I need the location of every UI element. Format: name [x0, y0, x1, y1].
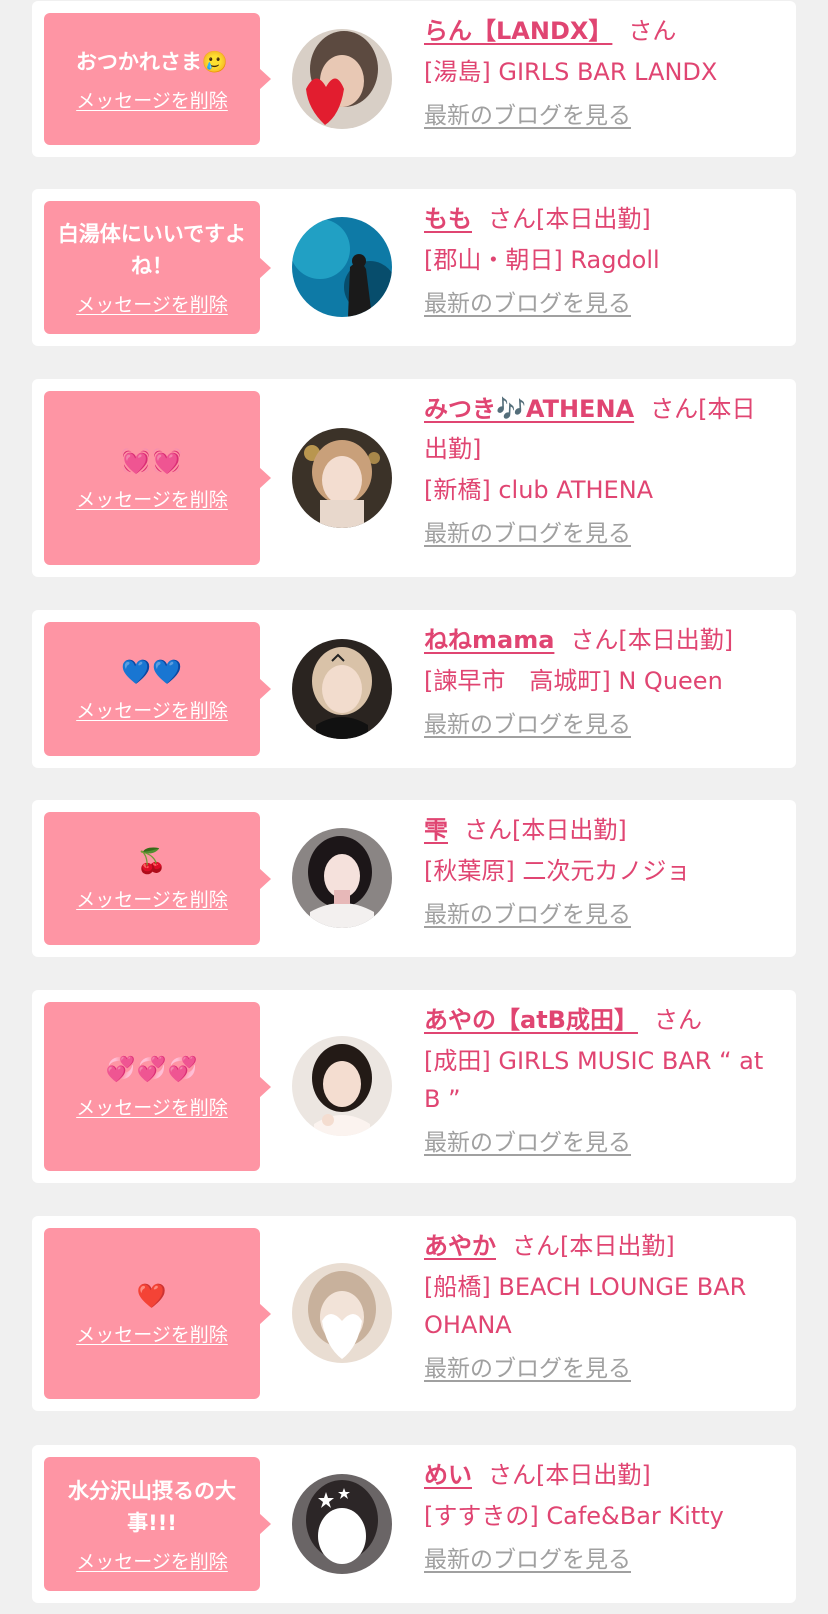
- delete-message-link[interactable]: メッセージを削除: [76, 290, 228, 317]
- avatar[interactable]: [292, 29, 392, 129]
- avatar[interactable]: [292, 1474, 392, 1574]
- honorific: さん: [488, 205, 536, 233]
- honorific: さん: [570, 626, 619, 654]
- message-bubble: 白湯体にいいですよね！ メッセージを削除: [44, 201, 271, 334]
- shop-name: [秋葉原] 二次元カノジョ: [424, 857, 691, 885]
- avatar[interactable]: [292, 1263, 392, 1363]
- latest-blog-link[interactable]: 最新のブログを見る: [424, 1352, 631, 1386]
- cast-info: みつき🎶ATHENA さん[本日出勤] [新橋] club ATHENA 最新のブ…: [424, 389, 776, 551]
- avatar[interactable]: [292, 1036, 392, 1136]
- delete-message-link[interactable]: メッセージを削除: [76, 1547, 228, 1574]
- message-text: 白湯体にいいですよね！: [57, 222, 247, 278]
- message-bubble: 水分沢山摂るの大事!!! メッセージを削除: [44, 1457, 271, 1591]
- honorific: さん: [653, 1006, 702, 1034]
- message-text: 💙💙: [121, 657, 183, 686]
- latest-blog-link[interactable]: 最新のブログを見る: [424, 708, 631, 742]
- message-text: 🍒: [136, 847, 168, 875]
- shop-name: [新橋] club ATHENA: [424, 476, 654, 504]
- status-badge: [本日出勤]: [560, 1232, 675, 1260]
- honorific: さん: [650, 395, 699, 423]
- message-bubble: 🍒 メッセージを削除: [44, 812, 271, 945]
- avatar-photo: [292, 828, 392, 928]
- latest-blog-link[interactable]: 最新のブログを見る: [424, 1543, 631, 1577]
- latest-blog-link[interactable]: 最新のブログを見る: [424, 1126, 631, 1160]
- status-badge: [本日出勤]: [536, 1461, 651, 1489]
- cast-name-link[interactable]: みつき🎶ATHENA: [424, 395, 634, 423]
- message-bubble: 💞💞💞 メッセージを削除: [44, 1002, 271, 1171]
- shop-name: [諫早市 高城町] N Queen: [424, 667, 723, 695]
- avatar[interactable]: [292, 639, 392, 739]
- message-bubble: ❤️ メッセージを削除: [44, 1228, 271, 1399]
- list-item: 白湯体にいいですよね！ メッセージを削除 もも さん[本日出勤] [郡山・朝日] …: [32, 189, 796, 346]
- list-item: 💞💞💞 メッセージを削除 あやの【atB成田】 さん [成田] GIRLS MUS…: [32, 990, 796, 1183]
- shop-name: [郡山・朝日] Ragdoll: [424, 246, 660, 274]
- avatar-photo: [292, 428, 392, 528]
- honorific: さん: [464, 816, 512, 844]
- shop-name: [すすきの] Cafe&Bar Kitty: [424, 1502, 724, 1530]
- cast-info: あやか さん[本日出勤] [船橋] BEACH LOUNGE BAR OHANA …: [424, 1226, 776, 1386]
- latest-blog-link[interactable]: 最新のブログを見る: [424, 287, 631, 321]
- delete-message-link[interactable]: メッセージを削除: [76, 485, 228, 512]
- avatar-photo: [292, 1263, 392, 1363]
- cast-info: らん【LANDX】 さん [湯島] GIRLS BAR LANDX 最新のブログを…: [424, 11, 776, 133]
- avatar-photo: [292, 1036, 392, 1136]
- avatar[interactable]: [292, 828, 392, 928]
- avatar-photo: [292, 217, 392, 317]
- message-bubble: おつかれさま🥲 メッセージを削除: [44, 13, 271, 145]
- message-text: 水分沢山摂るの大事!!!: [68, 1478, 236, 1535]
- avatar-photo: [292, 29, 392, 129]
- list-item: 💙💙 メッセージを削除 ねねmama さん[本日出勤] [諫早市 高城町] N Q…: [32, 610, 796, 768]
- avatar-photo: [292, 639, 392, 739]
- message-bubble: 💓💓 メッセージを削除: [44, 391, 271, 565]
- shop-name: [船橋] BEACH LOUNGE BAR OHANA: [424, 1273, 747, 1339]
- delete-message-link[interactable]: メッセージを削除: [76, 1320, 228, 1347]
- cast-name-link[interactable]: あやの【atB成田】: [424, 1006, 638, 1034]
- honorific: さん: [512, 1232, 560, 1260]
- latest-blog-link[interactable]: 最新のブログを見る: [424, 99, 631, 133]
- message-text: 💞💞💞: [105, 1055, 199, 1083]
- delete-message-link[interactable]: メッセージを削除: [76, 885, 228, 912]
- honorific: さん: [488, 1461, 536, 1489]
- shop-name: [湯島] GIRLS BAR LANDX: [424, 58, 718, 86]
- status-badge: [本日出勤]: [618, 626, 734, 654]
- cast-info: 雫さん[本日出勤] [秋葉原] 二次元カノジョ 最新のブログを見る: [424, 810, 776, 932]
- cast-info: もも さん[本日出勤] [郡山・朝日] Ragdoll 最新のブログを見る: [424, 199, 776, 321]
- delete-message-link[interactable]: メッセージを削除: [76, 86, 228, 113]
- avatar[interactable]: [292, 428, 392, 528]
- cast-info: めい さん[本日出勤] [すすきの] Cafe&Bar Kitty 最新のブログを…: [424, 1455, 776, 1577]
- list-item: おつかれさま🥲 メッセージを削除 らん【LANDX】 さん [湯島] GIRLS …: [32, 1, 796, 157]
- latest-blog-link[interactable]: 最新のブログを見る: [424, 898, 631, 932]
- list-item: 水分沢山摂るの大事!!! メッセージを削除 めい さん[本日出勤] [すすきの] …: [32, 1445, 796, 1603]
- cast-info: ねねmama さん[本日出勤] [諫早市 高城町] N Queen 最新のブログを…: [424, 620, 776, 742]
- delete-message-link[interactable]: メッセージを削除: [76, 696, 228, 723]
- status-badge: [本日出勤]: [536, 205, 651, 233]
- list-item: ❤️ メッセージを削除 あやか さん[本日出勤] [船橋] BEACH LOUNG…: [32, 1216, 796, 1411]
- cast-name-link[interactable]: あやか: [424, 1232, 496, 1260]
- delete-message-link[interactable]: メッセージを削除: [76, 1093, 228, 1120]
- latest-blog-link[interactable]: 最新のブログを見る: [424, 517, 631, 551]
- shop-name: [成田] GIRLS MUSIC BAR “ at B ”: [424, 1047, 764, 1113]
- cast-name-link[interactable]: らん【LANDX】: [424, 17, 612, 45]
- message-bubble: 💙💙 メッセージを削除: [44, 622, 271, 756]
- avatar[interactable]: [292, 217, 392, 317]
- status-badge: [本日出勤]: [512, 816, 627, 844]
- avatar-photo: [292, 1474, 392, 1574]
- cast-info: あやの【atB成田】 さん [成田] GIRLS MUSIC BAR “ at B…: [424, 1000, 776, 1160]
- cast-name-link[interactable]: ねねmama: [424, 626, 554, 654]
- message-text: おつかれさま🥲: [75, 49, 229, 74]
- cast-name-link[interactable]: もも: [424, 205, 472, 233]
- list-item: 🍒 メッセージを削除 雫さん[本日出勤] [秋葉原] 二次元カノジョ 最新のブロ…: [32, 800, 796, 957]
- message-text: ❤️: [136, 1282, 168, 1310]
- list-item: 💓💓 メッセージを削除 みつき🎶ATHENA さん[本日出勤] [新橋] club…: [32, 379, 796, 577]
- cast-name-link[interactable]: めい: [424, 1461, 472, 1489]
- message-text: 💓💓: [121, 446, 183, 475]
- honorific: さん: [628, 17, 677, 45]
- cast-name-link[interactable]: 雫: [424, 816, 448, 844]
